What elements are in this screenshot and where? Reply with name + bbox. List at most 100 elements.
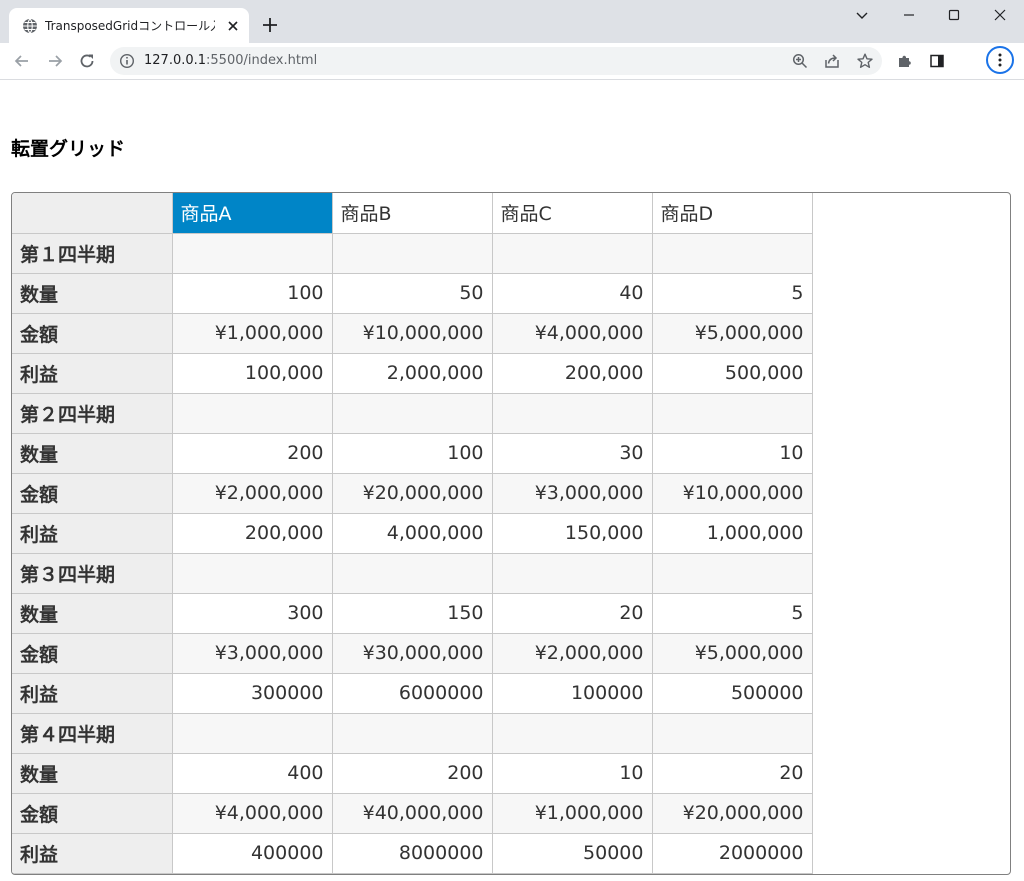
grid-cell[interactable] (332, 713, 493, 754)
column-header-4[interactable]: 商品D (652, 193, 813, 234)
group-header-cell[interactable]: 第４四半期 (12, 713, 173, 754)
grid-cell[interactable]: ¥3,000,000 (492, 473, 653, 514)
reload-icon[interactable] (78, 52, 96, 70)
grid-cell[interactable] (492, 233, 653, 274)
column-header-3[interactable]: 商品C (492, 193, 653, 234)
minimize-icon[interactable] (900, 6, 918, 24)
grid-cell[interactable]: ¥3,000,000 (172, 633, 333, 674)
grid-cell[interactable]: 200,000 (172, 513, 333, 554)
url-text[interactable]: 127.0.0.1:5500/index.html (144, 53, 317, 69)
grid-cell[interactable] (172, 393, 333, 434)
row-header-cell[interactable]: 利益 (12, 513, 173, 554)
star-icon[interactable] (856, 52, 874, 70)
grid-cell[interactable]: ¥10,000,000 (332, 313, 493, 354)
back-arrow-icon[interactable] (13, 52, 31, 70)
grid-cell[interactable]: 500000 (652, 673, 813, 714)
grid-cell[interactable] (492, 393, 653, 434)
plus-icon[interactable] (261, 16, 279, 34)
grid-cell[interactable]: 300 (172, 593, 333, 634)
grid-cell[interactable]: 8000000 (332, 833, 493, 874)
grid-cell[interactable]: 100,000 (172, 353, 333, 394)
group-header-cell[interactable]: 第１四半期 (12, 233, 173, 274)
group-header-cell[interactable]: 第２四半期 (12, 393, 173, 434)
grid-cell[interactable] (172, 713, 333, 754)
info-icon[interactable] (119, 53, 135, 69)
menu-button[interactable] (986, 46, 1014, 74)
grid-cell[interactable]: 40 (492, 273, 653, 314)
grid-cell[interactable]: 200,000 (492, 353, 653, 394)
grid-cell[interactable]: 6000000 (332, 673, 493, 714)
share-icon[interactable] (823, 52, 841, 70)
row-header-cell[interactable]: 数量 (12, 593, 173, 634)
grid-cell[interactable] (652, 713, 813, 754)
chevron-down-icon[interactable] (853, 6, 871, 24)
grid-cell[interactable]: 500,000 (652, 353, 813, 394)
grid-cell[interactable]: 150,000 (492, 513, 653, 554)
grid-cell[interactable]: 2,000,000 (332, 353, 493, 394)
grid-cell[interactable]: ¥1,000,000 (492, 793, 653, 834)
grid-cell[interactable]: 30 (492, 433, 653, 474)
grid-cell[interactable]: 100 (172, 273, 333, 314)
grid-cell[interactable]: ¥4,000,000 (172, 793, 333, 834)
close-icon[interactable] (225, 18, 241, 34)
window-close-icon[interactable] (991, 6, 1009, 24)
row-header-cell[interactable]: 金額 (12, 473, 173, 514)
grid-cell[interactable]: ¥40,000,000 (332, 793, 493, 834)
puzzle-icon[interactable] (896, 52, 914, 70)
grid-cell[interactable]: 50 (332, 273, 493, 314)
row-header-cell[interactable]: 利益 (12, 673, 173, 714)
grid-cell[interactable]: 400 (172, 753, 333, 794)
grid-cell[interactable]: ¥2,000,000 (492, 633, 653, 674)
grid-cell[interactable] (492, 553, 653, 594)
grid-cell[interactable]: 300000 (172, 673, 333, 714)
grid-cell[interactable]: 4,000,000 (332, 513, 493, 554)
address-bar[interactable]: 127.0.0.1:5500/index.html (110, 47, 882, 75)
browser-tab[interactable]: TransposedGridコントロール入門 (9, 8, 249, 43)
grid-cell[interactable] (652, 553, 813, 594)
grid-cell[interactable]: ¥5,000,000 (652, 313, 813, 354)
grid-cell[interactable]: 5 (652, 273, 813, 314)
grid-cell[interactable] (172, 553, 333, 594)
grid-cell[interactable]: 1,000,000 (652, 513, 813, 554)
grid-cell[interactable]: 50000 (492, 833, 653, 874)
row-header-cell[interactable]: 数量 (12, 433, 173, 474)
grid-cell[interactable] (332, 233, 493, 274)
grid-cell[interactable]: 5 (652, 593, 813, 634)
grid-cell[interactable] (332, 393, 493, 434)
row-header-cell[interactable]: 利益 (12, 353, 173, 394)
group-header-cell[interactable]: 第３四半期 (12, 553, 173, 594)
column-header-2[interactable]: 商品B (332, 193, 493, 234)
grid-cell[interactable]: 100 (332, 433, 493, 474)
grid-cell[interactable]: 400000 (172, 833, 333, 874)
grid-cell[interactable]: 150 (332, 593, 493, 634)
zoom-icon[interactable] (791, 52, 809, 70)
side-panel-icon[interactable] (928, 52, 946, 70)
grid-cell[interactable]: ¥20,000,000 (332, 473, 493, 514)
grid-cell[interactable] (492, 713, 653, 754)
transposed-grid[interactable]: 商品A 商品B 商品C 商品D 第１四半期 数量 100 50 40 5 金額 ¥1,000,000 ¥… (11, 192, 1011, 875)
row-header-cell[interactable]: 金額 (12, 793, 173, 834)
grid-cell[interactable]: 20 (492, 593, 653, 634)
grid-cell[interactable]: ¥20,000,000 (652, 793, 813, 834)
grid-cell[interactable]: 200 (172, 433, 333, 474)
grid-cell[interactable] (332, 553, 493, 594)
grid-cell[interactable] (652, 233, 813, 274)
maximize-icon[interactable] (945, 6, 963, 24)
grid-cell[interactable]: ¥2,000,000 (172, 473, 333, 514)
grid-cell[interactable] (172, 233, 333, 274)
row-header-cell[interactable]: 金額 (12, 633, 173, 674)
grid-cell[interactable]: 20 (652, 753, 813, 794)
grid-cell[interactable]: 2000000 (652, 833, 813, 874)
row-header-cell[interactable]: 利益 (12, 833, 173, 874)
grid-cell[interactable]: ¥10,000,000 (652, 473, 813, 514)
grid-cell[interactable]: ¥5,000,000 (652, 633, 813, 674)
grid-cell[interactable]: ¥30,000,000 (332, 633, 493, 674)
row-header-cell[interactable]: 金額 (12, 313, 173, 354)
grid-cell[interactable]: ¥4,000,000 (492, 313, 653, 354)
forward-arrow-icon[interactable] (46, 52, 64, 70)
row-header-cell[interactable]: 数量 (12, 273, 173, 314)
grid-corner-cell[interactable] (12, 193, 173, 234)
grid-cell[interactable]: 10 (492, 753, 653, 794)
grid-cell[interactable]: 10 (652, 433, 813, 474)
grid-cell[interactable] (652, 393, 813, 434)
